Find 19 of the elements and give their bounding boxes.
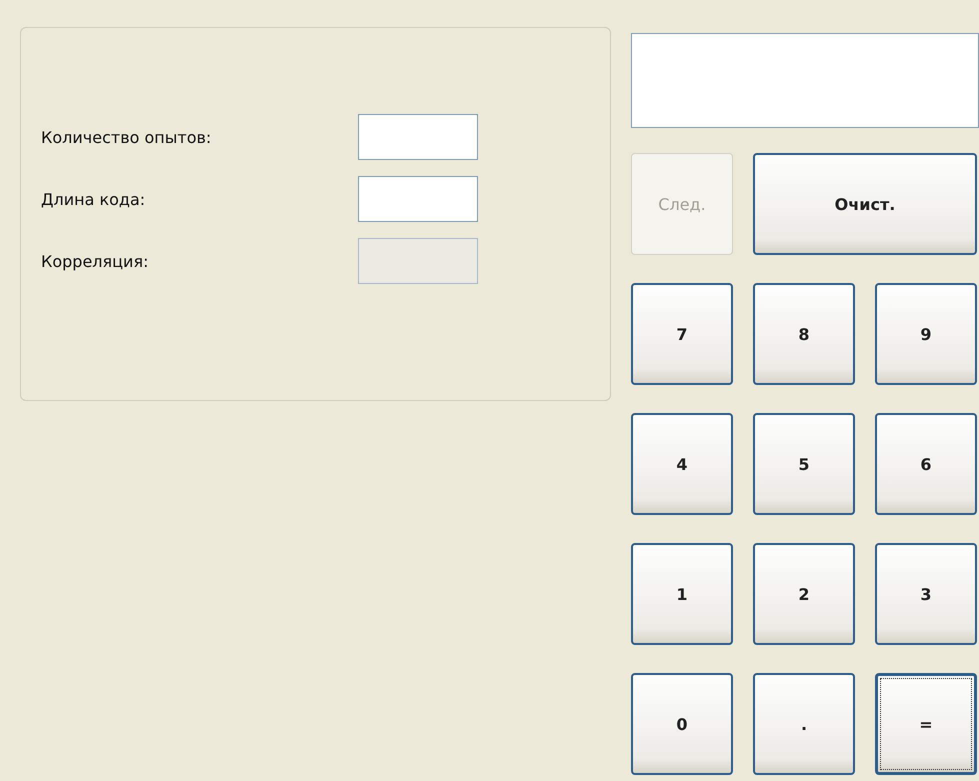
field-label: Корреляция: (41, 252, 148, 270)
key-button[interactable]: 2 (753, 543, 855, 645)
key-button[interactable]: . (753, 673, 855, 775)
key-button[interactable]: 6 (875, 413, 977, 515)
key-button[interactable]: 7 (631, 283, 733, 385)
key-button[interactable]: 3 (875, 543, 977, 645)
key-button[interactable]: 1 (631, 543, 733, 645)
key-button[interactable]: = (875, 673, 977, 775)
input-field[interactable] (358, 176, 478, 222)
key-button[interactable]: 5 (753, 413, 855, 515)
key-button[interactable]: 4 (631, 413, 733, 515)
field-label: Количество опытов: (41, 128, 212, 146)
key-button[interactable]: 8 (753, 283, 855, 385)
display-field[interactable] (631, 33, 979, 128)
key-button[interactable]: 9 (875, 283, 977, 385)
action-button[interactable]: Очист. (753, 153, 977, 255)
key-button[interactable]: 0 (631, 673, 733, 775)
field-label: Длина кода: (41, 190, 146, 208)
input-field[interactable] (358, 114, 478, 160)
